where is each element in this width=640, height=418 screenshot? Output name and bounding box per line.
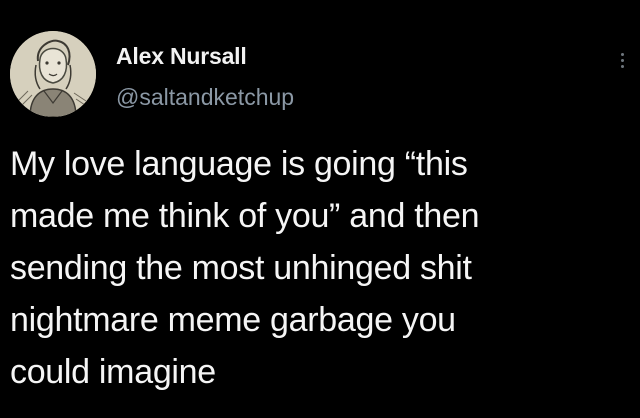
tweet-text: My love language is going “this made me … bbox=[10, 145, 480, 391]
more-dot bbox=[620, 64, 624, 68]
more-dot bbox=[620, 58, 624, 62]
author-display-name[interactable]: Alex Nursall bbox=[116, 43, 247, 70]
avatar[interactable] bbox=[10, 31, 96, 117]
sketch-portrait-icon bbox=[10, 31, 96, 117]
tweet: Alex Nursall @saltandketchup My love lan… bbox=[0, 0, 640, 418]
more-options-icon[interactable] bbox=[612, 42, 632, 78]
more-dot bbox=[620, 52, 624, 56]
author-handle[interactable]: @saltandketchup bbox=[116, 84, 294, 111]
